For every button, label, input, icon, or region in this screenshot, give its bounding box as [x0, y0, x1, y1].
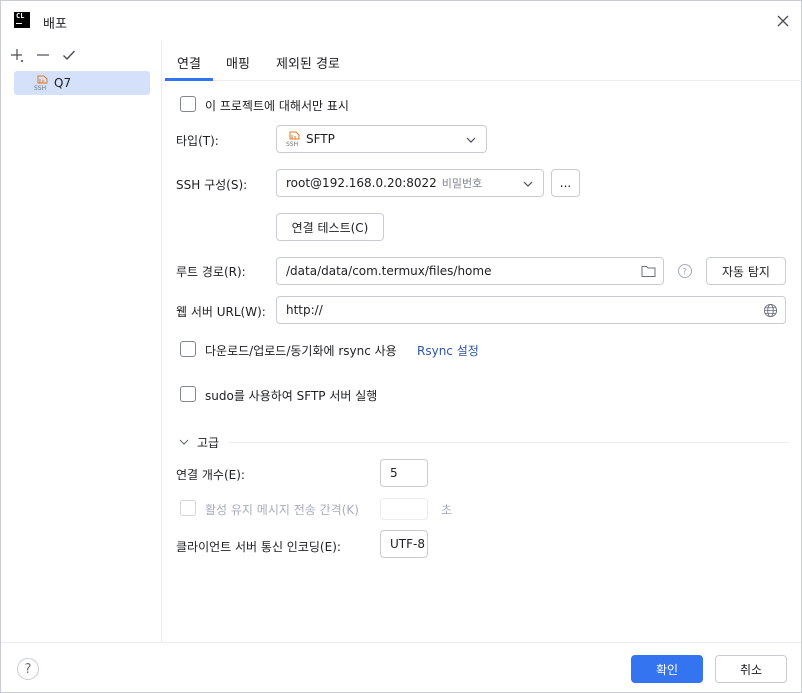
globe-icon[interactable]: [763, 303, 778, 318]
advanced-section-divider: [229, 442, 789, 443]
chevron-down-icon: [523, 181, 533, 187]
type-label: 타입(T):: [176, 134, 219, 148]
cancel-button[interactable]: 취소: [715, 655, 787, 683]
web-url-input[interactable]: http://: [276, 296, 786, 324]
root-path-input[interactable]: /data/data/com.termux/files/home: [276, 257, 664, 285]
server-list-toolbar: [7, 45, 79, 65]
autodetect-button[interactable]: 자동 탐지: [706, 257, 786, 285]
ssh-icon: SSH: [34, 75, 48, 91]
chevron-down-icon[interactable]: [179, 437, 189, 447]
sidebar-item-label: Q7: [54, 76, 72, 90]
server-list-panel: SSH Q7: [1, 41, 162, 642]
ssh-config-label: SSH 구성(S):: [176, 178, 248, 192]
help-circle-icon[interactable]: ?: [677, 263, 693, 279]
ssh-config-hint: 비밀번호: [441, 177, 483, 190]
use-rsync-label: 다운로드/업로드/동기화에 rsync 사용: [205, 344, 397, 358]
plus-icon: [11, 49, 24, 63]
use-rsync-checkbox[interactable]: [180, 341, 196, 357]
check-icon: [63, 50, 76, 61]
type-select[interactable]: SSH SFTP: [276, 125, 487, 153]
close-icon: [777, 15, 789, 27]
advanced-section-title[interactable]: 고급: [197, 434, 219, 451]
ssh-config-select[interactable]: root@192.168.0.20:8022 비밀번호: [276, 169, 544, 197]
root-path-value: /data/data/com.termux/files/home: [286, 264, 492, 278]
keepalive-input[interactable]: [380, 498, 428, 520]
sudo-sftp-label: sudo를 사용하여 SFTP 서버 실행: [205, 389, 378, 403]
tab-mappings[interactable]: 매핑: [226, 53, 250, 72]
tab-bar: 연결 매핑 제외된 경로: [163, 41, 802, 81]
rsync-settings-link[interactable]: Rsync 설정: [417, 342, 479, 359]
connections-input[interactable]: 5: [380, 459, 428, 487]
connections-value: 5: [390, 466, 398, 480]
test-connection-button[interactable]: 연결 테스트(C): [276, 213, 384, 241]
ok-button[interactable]: 확인: [631, 655, 703, 683]
title-bar: CL 배포: [1, 1, 801, 41]
folder-icon[interactable]: [641, 264, 656, 278]
set-default-button[interactable]: [59, 45, 79, 65]
minus-icon: [37, 54, 49, 56]
svg-text:?: ?: [682, 268, 687, 278]
window-title: 배포: [43, 17, 67, 32]
help-button[interactable]: ?: [17, 658, 39, 680]
tab-connection[interactable]: 연결: [165, 53, 213, 81]
sudo-sftp-checkbox[interactable]: [180, 386, 196, 402]
web-url-value: http://: [286, 303, 323, 317]
only-this-project-checkbox[interactable]: [180, 96, 196, 112]
svg-text:SSH: SSH: [34, 85, 46, 91]
ssh-config-value: root@192.168.0.20:8022: [286, 176, 437, 190]
ssh-icon: SSH: [286, 131, 300, 147]
only-this-project-label: 이 프로젝트에 대해서만 표시: [205, 99, 349, 113]
tab-excluded-paths[interactable]: 제외된 경로: [276, 53, 340, 72]
encoding-value: UTF-8: [390, 537, 425, 551]
encoding-input[interactable]: UTF-8: [380, 530, 428, 558]
root-path-label: 루트 경로(R):: [176, 265, 246, 279]
type-value: SFTP: [306, 132, 335, 146]
keepalive-unit: 초: [441, 503, 453, 517]
ssh-config-more-button[interactable]: ...: [551, 169, 580, 197]
keepalive-checkbox[interactable]: [180, 500, 196, 516]
deployment-dialog: CL 배포 SSH Q7 연결 매핑 제외된 경로 이 프로젝트에 대해서만 표…: [0, 0, 802, 693]
dialog-footer: ? 확인 취소: [1, 642, 801, 693]
clion-logo-icon: CL: [14, 12, 30, 28]
svg-text:SSH: SSH: [286, 141, 298, 147]
close-button[interactable]: [773, 11, 793, 31]
web-url-label: 웹 서버 URL(W):: [176, 305, 266, 319]
encoding-label: 클라이언트 서버 통신 인코딩(E):: [176, 540, 341, 554]
chevron-down-icon: [466, 137, 476, 143]
sidebar-item-q7[interactable]: SSH Q7: [14, 71, 150, 95]
keepalive-label: 활성 유지 메시지 전송 간격(K): [205, 503, 359, 517]
remove-server-button[interactable]: [33, 45, 53, 65]
connections-label: 연결 개수(E):: [176, 468, 245, 482]
add-server-button[interactable]: [7, 45, 27, 65]
